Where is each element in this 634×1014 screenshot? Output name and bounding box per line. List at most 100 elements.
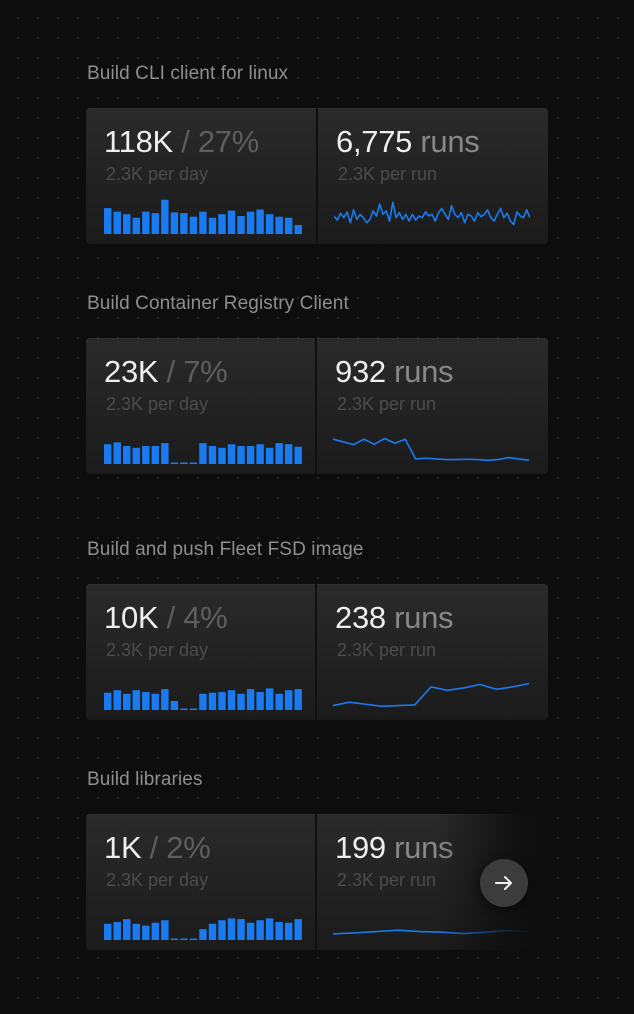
build-title: Build and push Fleet FSD image <box>87 539 364 560</box>
daily-usage-bar <box>199 693 207 710</box>
daily-usage-bar <box>218 692 226 710</box>
daily-usage-bar <box>246 922 255 940</box>
usage-total: 1K / 2% <box>104 830 211 866</box>
usage-share: / 4% <box>166 600 228 635</box>
per-day-rate: 2.3K per day <box>106 164 209 184</box>
run-count-unit: runs <box>394 830 454 865</box>
daily-usage-bar <box>132 923 140 940</box>
daily-usage-bar <box>294 689 302 710</box>
per-run-rate: 2.3K per run <box>338 164 438 184</box>
usage-total: 23K / 7% <box>104 354 228 390</box>
daily-usage-bar <box>284 922 293 940</box>
daily-usage-bar <box>189 462 198 464</box>
daily-usage-bar <box>227 210 236 234</box>
daily-usage-bar <box>132 690 140 710</box>
daily-usage-bar <box>180 708 188 710</box>
daily-usage-bar <box>208 217 217 234</box>
daily-usage-bar <box>123 919 131 940</box>
daily-usage-bar <box>275 693 283 710</box>
run-trend-line <box>333 437 529 462</box>
runs-panel: 238 runs 2.3K per run <box>317 584 548 720</box>
daily-usage-bar <box>256 444 264 464</box>
daily-usage-bar <box>246 689 255 710</box>
per-day-rate: 2.3K per day <box>106 394 209 414</box>
daily-usage-bar <box>208 446 217 464</box>
usage-panel: 23K / 7% 2.3K per day <box>86 338 315 474</box>
daily-usage-bar <box>265 447 274 464</box>
per-run-rate: 2.3K per run <box>337 870 437 890</box>
build-stats-card[interactable]: 10K / 4% 2.3K per day 238 runs 2.3K per … <box>86 584 548 720</box>
run-trend-sparkline <box>333 437 529 462</box>
usage-total-value: 1K <box>104 830 142 865</box>
daily-usage-bar <box>284 444 293 464</box>
daily-usage-bar <box>113 922 121 940</box>
daily-usage-bar <box>180 938 188 940</box>
daily-usage-bar-chart <box>104 199 302 234</box>
daily-usage-bar <box>151 446 160 464</box>
run-trend-sparkline <box>333 929 529 935</box>
daily-usage-bar <box>265 688 274 710</box>
run-count: 932 runs <box>335 354 454 390</box>
build-stats-card[interactable]: 23K / 7% 2.3K per day 932 runs 2.3K per … <box>86 338 548 474</box>
daily-usage-bar <box>170 701 179 710</box>
daily-usage-bar <box>227 918 236 940</box>
usage-panel: 118K / 27% 2.3K per day <box>86 108 316 244</box>
daily-usage-bar <box>218 214 226 234</box>
daily-usage-bar <box>151 213 160 234</box>
daily-usage-bar <box>104 692 112 710</box>
run-count-value: 238 <box>335 600 386 635</box>
daily-usage-bar <box>161 689 169 710</box>
usage-total-value: 118K <box>104 124 173 159</box>
per-run-rate: 2.3K per run <box>337 640 437 660</box>
usage-total-value: 23K <box>104 354 159 389</box>
daily-usage-bar <box>227 690 236 710</box>
daily-usage-bar <box>161 443 169 464</box>
daily-usage-bar <box>294 446 302 464</box>
build-title: Build CLI client for linux <box>87 63 289 84</box>
daily-usage-bar <box>113 211 121 234</box>
daily-usage-bar <box>132 447 140 464</box>
daily-usage-bar <box>208 692 217 710</box>
daily-usage-bar <box>170 938 179 940</box>
daily-usage-bar-chart <box>104 688 302 710</box>
build-stats-card[interactable]: 1K / 2% 2.3K per day 199 runs 2.3K per r… <box>86 814 548 950</box>
run-count-value: 6,775 <box>336 124 413 159</box>
daily-usage-bar <box>142 925 150 940</box>
daily-usage-bar <box>180 462 188 464</box>
daily-usage-bar <box>142 446 150 464</box>
daily-usage-bar <box>151 922 160 940</box>
usage-panel: 10K / 4% 2.3K per day <box>86 584 315 720</box>
daily-usage-bar <box>265 214 274 234</box>
daily-usage-bar <box>275 443 283 464</box>
daily-usage-bar <box>113 442 121 464</box>
build-stats-card[interactable]: 118K / 27% 2.3K per day 6,775 runs 2.3K … <box>86 108 548 244</box>
daily-usage-bar <box>170 212 179 234</box>
usage-total: 118K / 27% <box>104 124 259 160</box>
daily-usage-bar <box>199 443 207 464</box>
run-count: 199 runs <box>335 830 454 866</box>
daily-usage-bar <box>161 199 169 234</box>
daily-usage-bar <box>180 213 188 234</box>
daily-usage-bar <box>265 918 274 940</box>
runs-panel: 932 runs 2.3K per run <box>317 338 548 474</box>
daily-usage-bar <box>142 211 150 234</box>
daily-usage-bar <box>294 225 302 234</box>
daily-usage-bar <box>275 922 283 940</box>
daily-usage-bar <box>256 692 264 710</box>
run-trend-line <box>333 929 529 935</box>
daily-usage-bar <box>227 444 236 464</box>
run-count: 6,775 runs <box>336 124 480 160</box>
next-page-button[interactable] <box>480 859 528 907</box>
per-day-rate: 2.3K per day <box>106 870 209 890</box>
daily-usage-bar <box>132 217 140 234</box>
daily-usage-bar <box>123 446 131 464</box>
daily-usage-bar <box>284 217 293 234</box>
daily-usage-bar <box>237 216 245 234</box>
run-trend-sparkline <box>334 201 530 226</box>
per-run-rate: 2.3K per run <box>337 394 437 414</box>
daily-usage-bar <box>104 444 112 464</box>
daily-usage-bar <box>199 929 207 940</box>
build-title: Build libraries <box>87 769 203 790</box>
run-count-unit: runs <box>394 354 454 389</box>
daily-usage-bar <box>113 690 121 710</box>
